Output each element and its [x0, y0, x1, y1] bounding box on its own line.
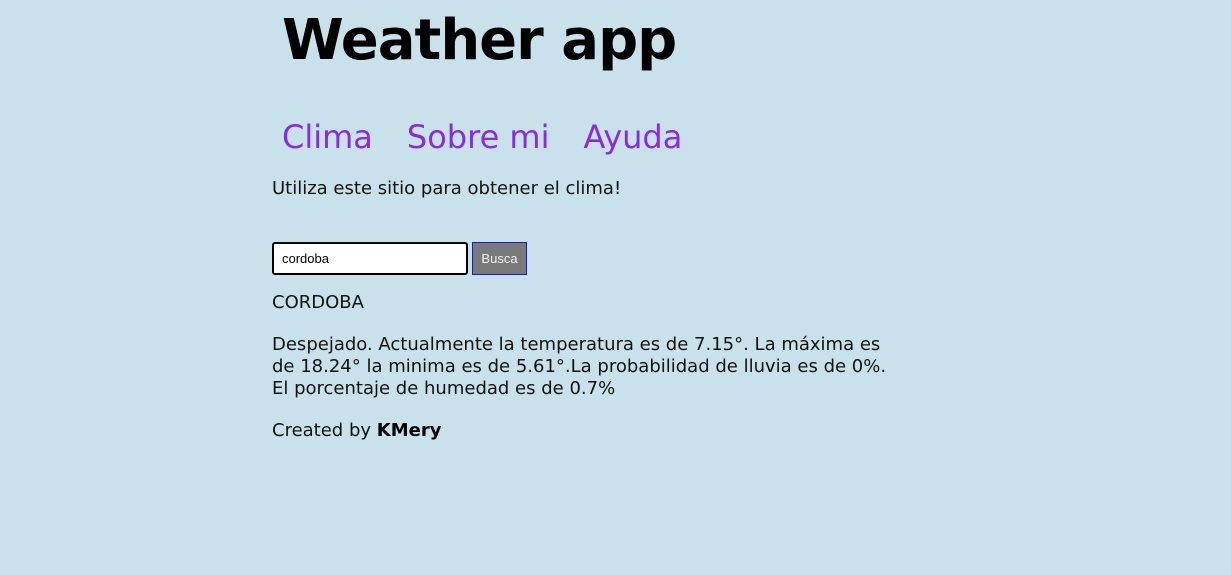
city-search-input[interactable]: [272, 242, 468, 275]
nav-link-ayuda[interactable]: Ayuda: [583, 118, 682, 156]
city-name: CORDOBA: [272, 292, 364, 313]
page-title: Weather app: [282, 8, 677, 73]
nav-link-clima[interactable]: Clima: [282, 118, 373, 156]
main-nav: Clima Sobre mi Ayuda: [282, 118, 682, 156]
nav-link-sobre-mi[interactable]: Sobre mi: [407, 118, 550, 156]
credit-prefix: Created by: [272, 420, 372, 441]
author-link[interactable]: KMery: [377, 420, 442, 441]
search-form: Busca: [272, 242, 527, 275]
intro-text: Utiliza este sitio para obtener el clima…: [272, 178, 622, 199]
footer-credit: Created by KMery: [272, 420, 441, 441]
search-button[interactable]: Busca: [472, 242, 527, 275]
weather-description: Despejado. Actualmente la temperatura es…: [272, 334, 887, 399]
